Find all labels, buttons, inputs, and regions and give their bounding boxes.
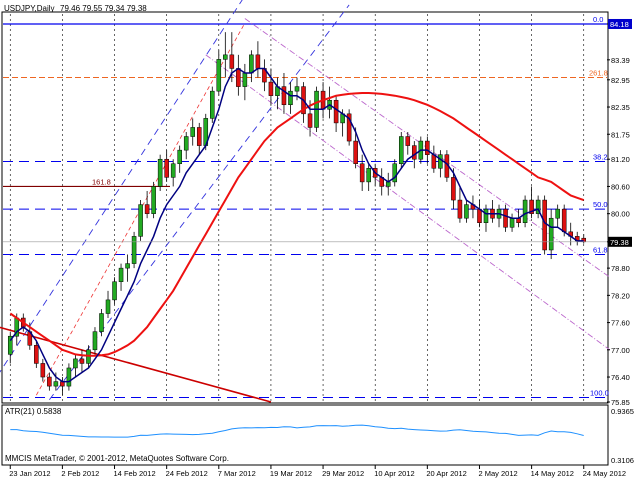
fib-level-label: 61.8 bbox=[593, 246, 608, 255]
candle-body bbox=[210, 90, 215, 119]
candle-body bbox=[561, 208, 567, 233]
candle-body bbox=[53, 381, 59, 387]
candle-body bbox=[216, 59, 222, 92]
candle-body bbox=[170, 163, 176, 178]
candle-body bbox=[503, 208, 508, 228]
candle-body bbox=[183, 136, 189, 151]
time-tick-label: 29 Mar 2012 bbox=[322, 469, 364, 478]
price-tick-label: 76.40 bbox=[611, 373, 630, 382]
time-tick-label: 24 Feb 2012 bbox=[166, 469, 208, 478]
candle-body bbox=[483, 208, 489, 223]
candle-body bbox=[288, 90, 293, 106]
time-tick-label: 20 Apr 2012 bbox=[426, 469, 466, 478]
candle-body bbox=[47, 376, 52, 387]
candle-body bbox=[92, 331, 98, 351]
candle-body bbox=[157, 158, 163, 187]
candle-body bbox=[229, 54, 235, 69]
price-tick-label: 80.60 bbox=[611, 182, 630, 191]
candle-body bbox=[522, 199, 528, 223]
time-tick-label: 10 Apr 2012 bbox=[374, 469, 414, 478]
atr-label: ATR(21) 0.5838 bbox=[5, 407, 62, 416]
candle-body bbox=[79, 358, 85, 364]
price-tick-label: 78.20 bbox=[611, 291, 630, 300]
price-tick-label: 77.00 bbox=[611, 346, 630, 355]
candle-body bbox=[451, 177, 456, 201]
candle-body bbox=[112, 281, 117, 301]
candle-body bbox=[307, 113, 313, 128]
price-tick-label: 83.39 bbox=[611, 56, 630, 65]
candle-body bbox=[196, 127, 202, 146]
candle-body bbox=[464, 204, 469, 219]
fib-level-label: 161.8 bbox=[92, 177, 111, 186]
candle-body bbox=[105, 299, 111, 314]
candle-body bbox=[125, 263, 130, 269]
candle-body bbox=[138, 204, 143, 237]
time-tick-label: 7 Mar 2012 bbox=[218, 469, 256, 478]
time-tick-label: 2 May 2012 bbox=[478, 469, 517, 478]
candle-body bbox=[144, 204, 150, 214]
candle-body bbox=[223, 54, 228, 60]
candle-body bbox=[249, 54, 254, 74]
fib-level-label: 38.2 bbox=[593, 152, 608, 161]
candle-body bbox=[118, 267, 124, 282]
time-tick-label: 24 May 2012 bbox=[583, 469, 626, 478]
price-tick-label: 82.95 bbox=[611, 76, 630, 85]
candle-body bbox=[477, 208, 482, 223]
fib-level-label: 0.0 bbox=[593, 15, 603, 24]
atr-axis-min: 0.3106 bbox=[611, 456, 634, 465]
symbol-label: USDJPY,Daily bbox=[4, 4, 55, 13]
candle-body bbox=[255, 54, 261, 69]
candle-body bbox=[509, 217, 515, 228]
candle-body bbox=[268, 81, 274, 96]
price-tick-label: 81.20 bbox=[611, 155, 630, 164]
candle-body bbox=[438, 154, 443, 169]
price-tick-label: 77.60 bbox=[611, 319, 630, 328]
price-tick-label: 80.00 bbox=[611, 210, 630, 219]
price-tick-label: 82.35 bbox=[611, 103, 630, 112]
time-tick-label: 14 May 2012 bbox=[531, 469, 574, 478]
atr-axis-max: 0.9365 bbox=[611, 407, 634, 416]
fib-level-label: 50.0 bbox=[593, 200, 608, 209]
price-tick-label: 75.85 bbox=[611, 398, 630, 407]
candle-body bbox=[405, 136, 411, 146]
candle-body bbox=[66, 367, 72, 387]
candle-body bbox=[542, 199, 547, 251]
top-level-label: 84.18 bbox=[610, 20, 629, 29]
time-tick-label: 19 Mar 2012 bbox=[270, 469, 312, 478]
candle-body bbox=[555, 208, 560, 219]
candle-body bbox=[548, 217, 554, 251]
time-tick-label: 14 Feb 2012 bbox=[114, 469, 156, 478]
candle-body bbox=[40, 363, 46, 378]
chart-canvas: 0.0 261.8 38.2 161.8 50.0 61.8 100.0 84.18 83.3… bbox=[0, 0, 640, 480]
candle-body bbox=[177, 149, 182, 165]
candle-body bbox=[236, 68, 241, 87]
candle-body bbox=[359, 163, 365, 183]
candle-body bbox=[190, 127, 196, 137]
candle-body bbox=[73, 358, 78, 369]
fib-level-label: 261.8 bbox=[589, 69, 608, 78]
candle-body bbox=[131, 236, 137, 264]
candle-body bbox=[398, 136, 404, 165]
copyright-text: MMCIS MetaTrader, © 2001-2012, MetaQuote… bbox=[5, 454, 229, 463]
candle-body bbox=[242, 72, 248, 87]
candle-body bbox=[457, 199, 463, 219]
candle-body bbox=[366, 168, 371, 183]
candle-body bbox=[294, 86, 300, 92]
candle-body bbox=[99, 313, 104, 332]
candle-body bbox=[333, 99, 339, 124]
price-tick-label: 81.75 bbox=[611, 130, 630, 139]
current-price-label: 79.38 bbox=[610, 238, 629, 247]
time-tick-label: 2 Feb 2012 bbox=[61, 469, 99, 478]
candle-body bbox=[431, 154, 437, 169]
price-tick-label: 78.80 bbox=[611, 264, 630, 273]
candle-body bbox=[353, 140, 358, 165]
fib-level-label: 100.0 bbox=[590, 388, 609, 397]
candle-body bbox=[164, 158, 169, 178]
candle-body bbox=[34, 345, 39, 364]
time-tick-label: 23 Jan 2012 bbox=[9, 469, 50, 478]
candle-body bbox=[412, 145, 417, 160]
candle-body bbox=[151, 186, 156, 214]
candle-body bbox=[425, 140, 430, 155]
ohlc-label: 79.46 79.55 79.34 79.38 bbox=[60, 4, 147, 13]
